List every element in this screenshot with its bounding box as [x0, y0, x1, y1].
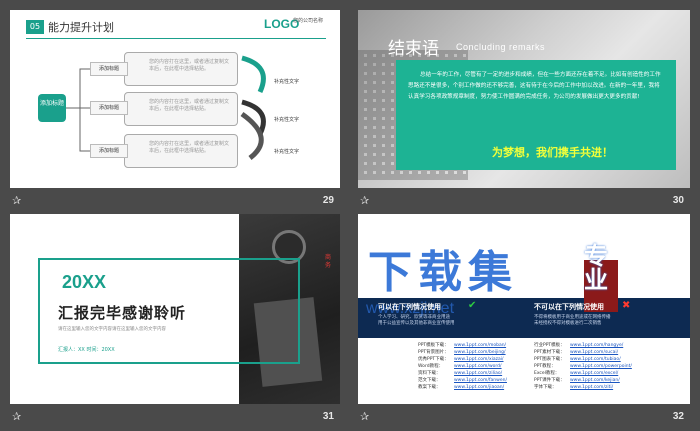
star-icon[interactable]: ✰: [360, 410, 369, 423]
slide-number: 31: [322, 411, 334, 422]
slogan: 为梦想，我们携手共进！: [492, 146, 613, 159]
link-row: 资料下载： www.1ppt.com/ziliao/: [418, 371, 503, 376]
slide-30-thumbnail[interactable]: 结束语 Concluding remarks 总结一年的工作，尽管有了一定的进步…: [358, 10, 690, 188]
presenter-info: 汇报人：XX 时间：20XX: [58, 347, 115, 353]
supplement-3: 补充性文字: [274, 149, 300, 155]
supplement-1: 补充性文字: [274, 79, 300, 85]
link-row: PPT教程： www.1ppt.com/powerpoint/: [534, 364, 632, 369]
slide-number: 29: [322, 195, 334, 206]
cross-icon: ✖: [622, 300, 631, 311]
supplement-2: 补充性文字: [274, 117, 300, 123]
link-row: PPT图表下载： www.1ppt.com/tubiao/: [534, 357, 621, 362]
links-right: 行业PPT模板： www.1ppt.com/hangye/ PPT素材下载： www…: [534, 342, 632, 391]
slide-number: 30: [672, 195, 684, 206]
slide-31-thumbnail[interactable]: 商务 20XX 汇报完毕感谢聆听 请在这里输入您的文字内容请在这里输入您的文字内…: [10, 214, 340, 404]
branch-label-1: 添加标题: [90, 62, 128, 76]
vertical-text: 商务: [325, 254, 332, 269]
link-row: PPT课件下载： www.1ppt.com/kejian/: [534, 378, 620, 383]
link-row: 行业PPT模板： www.1ppt.com/hangye/: [534, 343, 624, 348]
slide-30-footer: ✰ 30: [358, 190, 690, 212]
cannot-use-section: 不可以在下列情况使用 不得将模板用于商业用途或在网络传播 未经授权不得对模板进行…: [534, 302, 611, 327]
slide-32-thumbnail[interactable]: 下载集 专业 www.xzji.net 可以在下列情况使用 个人学习、研究、欣赏…: [358, 214, 690, 404]
closing-title: 汇报完毕感谢聆听: [58, 304, 187, 322]
star-icon[interactable]: ✰: [12, 194, 21, 207]
summary-text: 总结一年的工作，尽管有了一定的进步和成绩，但在一些方面还存在着不足。比如有创造性…: [408, 72, 661, 100]
link-row: 字体下载： www.1ppt.com/ziti/: [534, 385, 614, 390]
can-use-line-2: 用于公益宣传以及其他非商业宣传使用: [378, 321, 455, 326]
summary-box: 总结一年的工作，尽管有了一定的进步和成绩，但在一些方面还存在着不足。比如有创造性…: [396, 60, 676, 170]
subtitle-line: 请在这里输入您的文字内容请在这里输入您的文字内容: [58, 327, 166, 332]
year-text: 20XX: [62, 272, 107, 292]
slide-subtitle: Concluding remarks: [456, 42, 546, 52]
branch-desc-3: 您的内容打在这里，或者通过复制文本后，在此框中选择粘贴。: [124, 134, 238, 168]
slide-number: 32: [672, 411, 684, 422]
links-left: PPT模板下载： www.1ppt.com/moban/ PPT背景图片： www.…: [418, 342, 507, 391]
link-row: PPT背景图片： www.1ppt.com/beijing/: [418, 350, 506, 355]
can-use-title: 可以在下列情况使用: [378, 303, 441, 311]
branch-desc-2: 您的内容打在这里，或者通过复制文本后，在此框中选择粘贴。: [124, 92, 238, 126]
link-row: PPT模板下载： www.1ppt.com/moban/: [418, 343, 507, 348]
slide-title: 结束语: [388, 39, 439, 59]
can-use-section: 可以在下列情况使用 个人学习、研究、欣赏等非商业用途 用于公益宣传以及其他非商业…: [378, 302, 455, 327]
cannot-use-title: 不可以在下列情况使用: [534, 303, 604, 311]
branch-label-2: 添加标题: [90, 101, 128, 115]
branch-desc-1: 您的内容打在这里，或者通过复制文本后，在此框中选择粘贴。: [124, 52, 238, 86]
check-icon: ✔: [468, 300, 477, 311]
link-row: PPT素材下载： www.1ppt.com/sucai/: [534, 350, 619, 355]
watermark-zhuanye: 专业: [584, 242, 608, 294]
slide-29-footer: ✰ 29: [10, 190, 340, 212]
link-row: 优秀PPT下载： www.1ppt.com/xiazai/: [418, 357, 504, 362]
link-row: Word教程： www.1ppt.com/word/: [418, 364, 502, 369]
center-node: 添加标题: [38, 94, 66, 122]
branch-label-3: 添加标题: [90, 144, 128, 158]
link-row: 范文下载： www.1ppt.com/fanwen/: [418, 378, 507, 383]
cannot-use-line-2: 未经授权不得对模板进行二次销售: [534, 321, 602, 326]
star-icon[interactable]: ✰: [360, 194, 369, 207]
slide-32-footer: ✰ 32: [358, 406, 690, 428]
slide-31-footer: ✰ 31: [10, 406, 340, 428]
star-icon[interactable]: ✰: [12, 410, 21, 423]
watermark-title: 下载集: [368, 247, 518, 298]
slide-29-thumbnail[interactable]: 05 能力提升计划 LOGO 您的公司名称 添加标题 您的内容打在这里，或者通过…: [10, 10, 340, 188]
link-row: Excel教程： www.1ppt.com/excel/: [534, 371, 619, 376]
link-row: 教案下载： www.1ppt.com/jiaoan/: [418, 385, 505, 390]
